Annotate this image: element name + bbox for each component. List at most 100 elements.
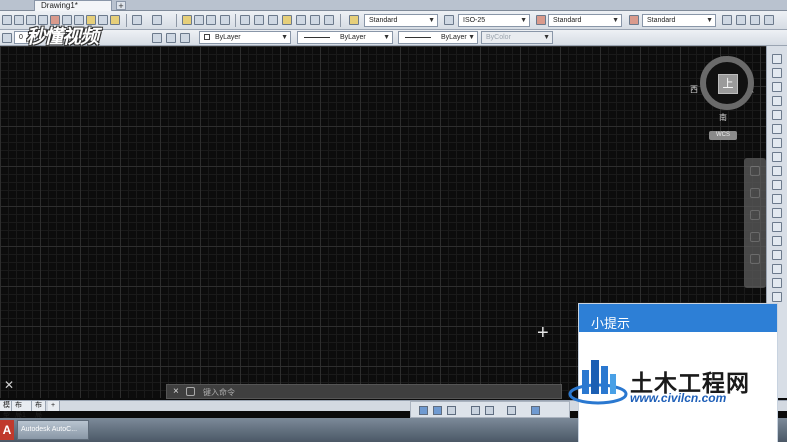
tab-layout1[interactable]: 布局1 [12, 401, 32, 419]
rectangle-icon[interactable] [772, 110, 782, 120]
document-tab-bar: Drawing1* + [0, 0, 787, 11]
polar-tracking-icon[interactable] [485, 406, 494, 415]
zoom-icon[interactable] [750, 210, 760, 220]
tab-model[interactable]: 模型 [0, 401, 12, 419]
taskbar-autocad-button[interactable]: Autodesk AutoC... [17, 420, 89, 440]
construction-line-icon[interactable] [772, 68, 782, 78]
block-editor-icon[interactable] [110, 15, 120, 25]
chevron-down-icon: ▼ [428, 17, 435, 24]
command-line[interactable]: × 键入命令 [166, 384, 562, 399]
orbit-icon[interactable] [750, 232, 760, 242]
linetype-select[interactable]: ByLayer ▼ [297, 31, 393, 44]
lineweight-value: ByLayer [441, 34, 467, 41]
close-icon[interactable]: × [173, 386, 179, 397]
table-icon[interactable] [772, 292, 782, 302]
table-style-select[interactable]: Standard ▼ [548, 14, 622, 27]
linetype-value: ByLayer [340, 34, 366, 41]
hatch-icon[interactable] [772, 250, 782, 260]
dimension-style-select[interactable]: ISO-25 ▼ [458, 14, 530, 27]
layer-value: 0 [19, 34, 23, 41]
grid-icon[interactable] [433, 406, 442, 415]
make-current-layer-icon[interactable] [152, 33, 162, 43]
autocad-window: Drawing1* + Standard ▼ ISO-25 ▼ Standard… [0, 0, 787, 442]
workspace-icon[interactable] [722, 15, 732, 25]
layer-manager-icon[interactable] [2, 33, 12, 43]
pan-icon[interactable] [182, 15, 192, 25]
lineweight-select[interactable]: ByLayer ▼ [398, 31, 478, 44]
object-snap-icon[interactable] [507, 406, 516, 415]
viewcube-top-face[interactable]: 上 [718, 74, 738, 94]
polygon-icon[interactable] [772, 96, 782, 106]
dimension-style-icon[interactable] [444, 15, 454, 25]
color-swatch [204, 34, 210, 41]
region-icon[interactable] [772, 278, 782, 288]
multileader-style-select[interactable]: Standard ▼ [642, 14, 716, 27]
zoom-previous-icon[interactable] [220, 15, 230, 25]
viewcube-south-label[interactable]: 南 [719, 112, 727, 123]
redo-icon[interactable] [152, 15, 162, 25]
properties-icon[interactable] [240, 15, 250, 25]
ortho-icon[interactable] [471, 406, 480, 415]
spline-icon[interactable] [772, 166, 782, 176]
toolbar-separator [176, 14, 177, 27]
new-tab-button[interactable]: + [116, 1, 126, 11]
chevron-down-icon: ▼ [612, 17, 619, 24]
arc-icon[interactable] [772, 124, 782, 134]
match-properties-icon[interactable] [98, 15, 108, 25]
steering-wheel-icon[interactable] [750, 166, 760, 176]
new-icon[interactable] [2, 15, 12, 25]
tab-layout2[interactable]: 布局2 [32, 401, 46, 429]
wcs-menu[interactable]: WCS [709, 131, 737, 140]
layer-previous-icon[interactable] [166, 33, 176, 43]
quick-calc-icon[interactable] [310, 15, 320, 25]
ellipse-arc-icon[interactable] [772, 194, 782, 204]
lineweight-preview [405, 37, 431, 38]
point-icon[interactable] [772, 236, 782, 246]
open-icon[interactable] [14, 15, 24, 25]
gradient-icon[interactable] [772, 264, 782, 274]
text-style-select[interactable]: Standard ▼ [364, 14, 438, 27]
undo-icon[interactable] [132, 15, 142, 25]
multileader-style-icon[interactable] [629, 15, 639, 25]
insert-block-icon[interactable] [772, 208, 782, 218]
zoom-window-icon[interactable] [206, 15, 216, 25]
make-block-icon[interactable] [772, 222, 782, 232]
table-style-value: Standard [553, 17, 582, 24]
layer-previous-icon[interactable] [764, 15, 774, 25]
new-layout-button[interactable]: + [48, 401, 60, 411]
workspace-settings-icon[interactable] [736, 15, 746, 25]
text-style-icon[interactable] [349, 15, 359, 25]
ucs-icon: ✕ [4, 378, 15, 392]
sheet-set-icon[interactable] [282, 15, 292, 25]
snap-icon[interactable] [447, 406, 456, 415]
color-select[interactable]: ByLayer ▼ [199, 31, 291, 44]
revision-cloud-icon[interactable] [772, 152, 782, 162]
pan-icon[interactable] [750, 188, 760, 198]
ellipse-icon[interactable] [772, 180, 782, 190]
command-input[interactable]: 键入命令 [203, 387, 235, 398]
layers-properties-toolbar: 0 ByLayer ▼ ByLayer ▼ ByLayer ▼ ByColor … [0, 30, 787, 46]
layer-state-icon[interactable] [750, 15, 760, 25]
viewcube-west-label[interactable]: 西 [690, 84, 698, 95]
zoom-realtime-icon[interactable] [194, 15, 204, 25]
table-style-icon[interactable] [536, 15, 546, 25]
autocad-icon[interactable]: A [0, 420, 14, 440]
navigation-bar [744, 158, 766, 288]
tip-title: 小提示 [591, 316, 631, 331]
viewcube[interactable]: 上 [700, 56, 754, 110]
polyline-icon[interactable] [772, 82, 782, 92]
design-center-icon[interactable] [254, 15, 264, 25]
model-space-icon[interactable] [419, 406, 428, 415]
linetype-preview [304, 37, 330, 38]
line-icon[interactable] [772, 54, 782, 64]
showmotion-icon[interactable] [750, 254, 760, 264]
tip-header: 小提示 [579, 304, 777, 332]
tab-drawing1[interactable]: Drawing1* [34, 0, 112, 11]
tool-palettes-icon[interactable] [268, 15, 278, 25]
circle-icon[interactable] [772, 138, 782, 148]
help-icon[interactable] [324, 15, 334, 25]
layer-isolate-icon[interactable] [180, 33, 190, 43]
markup-icon[interactable] [296, 15, 306, 25]
customize-icon[interactable] [186, 387, 195, 396]
lineweight-icon[interactable] [531, 406, 540, 415]
